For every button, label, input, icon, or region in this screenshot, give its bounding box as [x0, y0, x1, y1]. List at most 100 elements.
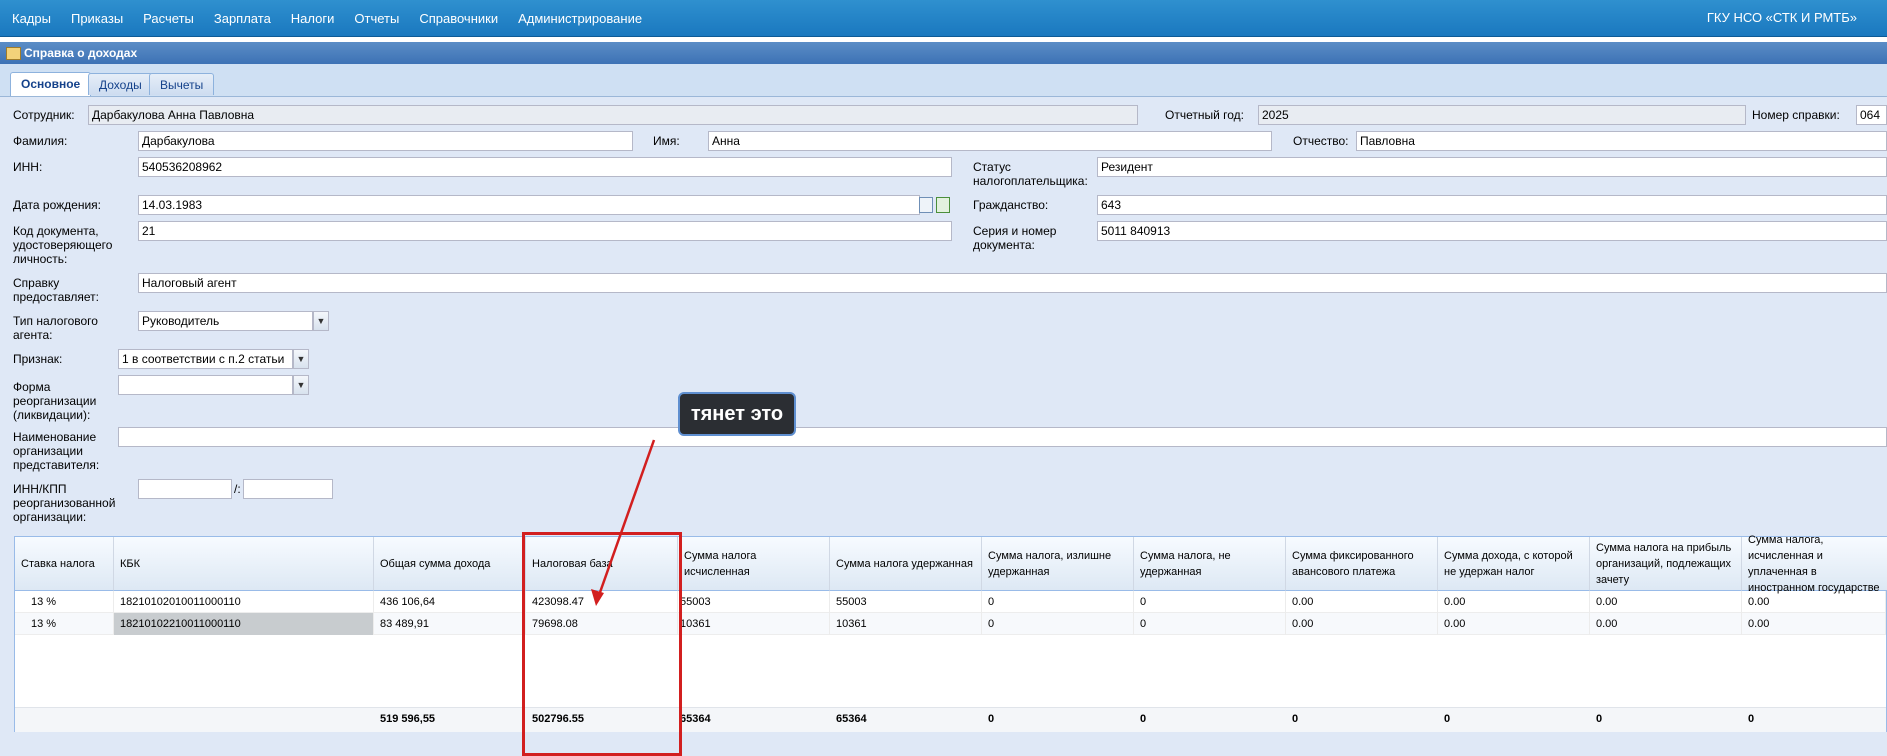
patronymic-label: Отчество:	[1293, 134, 1349, 148]
cell-rate[interactable]: 13 %	[15, 613, 114, 635]
cell-tax-calculated[interactable]: 10361	[678, 613, 830, 635]
tab-vychety[interactable]: Вычеты	[149, 73, 215, 95]
agent-type-label-line1: Тип налогового	[13, 314, 98, 328]
cell-tax-not-withheld[interactable]: 0	[1134, 591, 1286, 613]
doc-series-field[interactable]: 5011 840913	[1097, 221, 1887, 241]
total-foreign-tax: 0	[1748, 713, 1755, 725]
calendar-icon[interactable]	[919, 197, 933, 213]
inn-reorg-field[interactable]	[138, 479, 232, 499]
col-header-tax-withheld[interactable]: Сумма налога удержанная	[830, 537, 982, 591]
cell-income-not-withheld[interactable]: 0.00	[1438, 613, 1590, 635]
menu-item-zarplata[interactable]: Зарплата	[214, 11, 271, 26]
col-header-profit-tax-offset[interactable]: Сумма налога на прибыль организаций, под…	[1590, 537, 1742, 591]
table-row[interactable]: 13 % 18210102010011000110 436 106,64 423…	[15, 591, 1886, 613]
innkpp-label: ИНН/КПП реорганизованной организации:	[13, 482, 115, 524]
chevron-down-icon[interactable]: ▼	[313, 311, 329, 331]
menu-item-spravochniki[interactable]: Справочники	[419, 11, 498, 26]
annotation-callout: тянет это	[678, 392, 796, 436]
cert-number-label: Номер справки:	[1752, 108, 1840, 122]
total-tax-not-withheld: 0	[1140, 713, 1147, 725]
firstname-label: Имя:	[653, 134, 680, 148]
reorg-form-select[interactable]	[118, 375, 293, 395]
tab-dohody[interactable]: Доходы	[88, 73, 153, 95]
citizenship-field[interactable]: 643	[1097, 195, 1887, 215]
taxpayer-status-label-line2: налогоплательщика:	[973, 174, 1088, 188]
col-header-foreign-tax[interactable]: Сумма налога, исчисленная и уплаченная в…	[1742, 534, 1887, 594]
menu-item-nalogi[interactable]: Налоги	[291, 11, 335, 26]
firstname-field[interactable]: Анна	[708, 131, 1272, 151]
reorg-form-label: Форма реорганизации (ликвидации):	[13, 380, 96, 422]
inn-field[interactable]: 540536208962	[138, 157, 952, 177]
cell-tax-not-withheld[interactable]: 0	[1134, 613, 1286, 635]
col-header-income-not-withheld[interactable]: Сумма дохода, с которой не удержан налог	[1438, 537, 1590, 591]
cell-kbk[interactable]: 18210102210011000110	[114, 613, 374, 635]
organization-name: ГКУ НСО «СТК И РМТБ»	[1706, 10, 1857, 25]
rep-org-field[interactable]	[118, 427, 1887, 447]
cell-profit-tax-offset[interactable]: 0.00	[1590, 613, 1742, 635]
agent-type-select[interactable]: Руководитель	[138, 311, 313, 331]
total-profit-tax-offset: 0	[1596, 713, 1603, 725]
cell-foreign-tax[interactable]: 0.00	[1742, 591, 1886, 613]
taxpayer-status-label: Статус налогоплательщика:	[973, 160, 1088, 188]
menu-item-admin[interactable]: Администрирование	[518, 11, 642, 26]
cell-income-not-withheld[interactable]: 0.00	[1438, 591, 1590, 613]
menu-item-kadry[interactable]: Кадры	[12, 11, 51, 26]
chevron-down-icon[interactable]: ▼	[293, 375, 309, 395]
provider-label-line2: предоставляет:	[13, 290, 99, 304]
total-income-not-withheld: 0	[1444, 713, 1451, 725]
cell-total-income[interactable]: 436 106,64	[374, 591, 526, 613]
agent-type-label: Тип налогового агента:	[13, 314, 98, 342]
cell-tax-withheld[interactable]: 10361	[830, 613, 982, 635]
cell-profit-tax-offset[interactable]: 0.00	[1590, 591, 1742, 613]
cell-fixed-advance[interactable]: 0.00	[1286, 613, 1438, 635]
total-tax-withheld: 65364	[836, 713, 867, 725]
birthdate-field[interactable]: 14.03.1983	[138, 195, 920, 215]
lastname-field[interactable]: Дарбакулова	[138, 131, 633, 151]
sign-select[interactable]: 1 в соответствии с п.2 статьи	[118, 349, 293, 369]
provider-field[interactable]: Налоговый агент	[138, 273, 1887, 293]
doc-series-label-line1: Серия и номер	[973, 224, 1057, 238]
year-field[interactable]: 2025	[1258, 105, 1746, 125]
cell-fixed-advance[interactable]: 0.00	[1286, 591, 1438, 613]
col-header-tax-overwithheld[interactable]: Сумма налога, излишне удержанная	[982, 537, 1134, 591]
cert-number-field[interactable]: 064	[1856, 105, 1887, 125]
cell-kbk[interactable]: 18210102010011000110	[114, 591, 374, 613]
rep-org-label-line3: представителя:	[13, 458, 100, 472]
window-title: Справка о доходах	[24, 46, 138, 60]
main-menu: Кадры Приказы Расчеты Зарплата Налоги От…	[12, 0, 662, 36]
taxpayer-status-label-line1: Статус	[973, 160, 1011, 174]
total-income: 519 596,55	[380, 713, 436, 725]
reorg-form-label-line1: Форма	[13, 380, 51, 394]
col-header-tax-calculated[interactable]: Сумма налога исчисленная	[678, 537, 830, 591]
kpp-reorg-field[interactable]	[243, 479, 333, 499]
tab-osnovnoe[interactable]: Основное	[10, 72, 92, 96]
year-label: Отчетный год:	[1165, 108, 1245, 122]
innkpp-label-line2: реорганизованной	[13, 496, 116, 510]
agent-type-label-line2: агента:	[13, 328, 53, 342]
menu-item-prikazy[interactable]: Приказы	[71, 11, 123, 26]
chevron-down-icon[interactable]: ▼	[293, 349, 309, 369]
doc-code-field[interactable]: 21	[138, 221, 952, 241]
provider-label: Справку предоставляет:	[13, 276, 99, 304]
cell-tax-overwithheld[interactable]: 0	[982, 613, 1134, 635]
cell-tax-overwithheld[interactable]: 0	[982, 591, 1134, 613]
table-row[interactable]: 13 % 18210102210011000110 83 489,91 7969…	[15, 613, 1886, 635]
menu-item-raschety[interactable]: Расчеты	[143, 11, 194, 26]
col-header-total-income[interactable]: Общая сумма дохода	[374, 537, 526, 591]
col-header-rate[interactable]: Ставка налога	[15, 537, 114, 591]
menu-item-otchety[interactable]: Отчеты	[354, 11, 399, 26]
cell-foreign-tax[interactable]: 0.00	[1742, 613, 1886, 635]
reorg-form-label-line2: реорганизации	[13, 394, 97, 408]
cell-tax-calculated[interactable]: 55003	[678, 591, 830, 613]
employee-field[interactable]: Дарбакулова Анна Павловна	[88, 105, 1138, 125]
col-header-tax-not-withheld[interactable]: Сумма налога, не удержанная	[1134, 537, 1286, 591]
calendar-clear-icon[interactable]	[936, 197, 950, 213]
col-header-kbk[interactable]: КБК	[114, 537, 374, 591]
cell-tax-withheld[interactable]: 55003	[830, 591, 982, 613]
patronymic-field[interactable]: Павловна	[1356, 131, 1887, 151]
cell-total-income[interactable]: 83 489,91	[374, 613, 526, 635]
taxpayer-status-field[interactable]: Резидент	[1097, 157, 1887, 177]
innkpp-separator: /:	[234, 482, 241, 496]
cell-rate[interactable]: 13 %	[15, 591, 114, 613]
col-header-fixed-advance[interactable]: Сумма фиксированного авансового платежа	[1286, 537, 1438, 591]
